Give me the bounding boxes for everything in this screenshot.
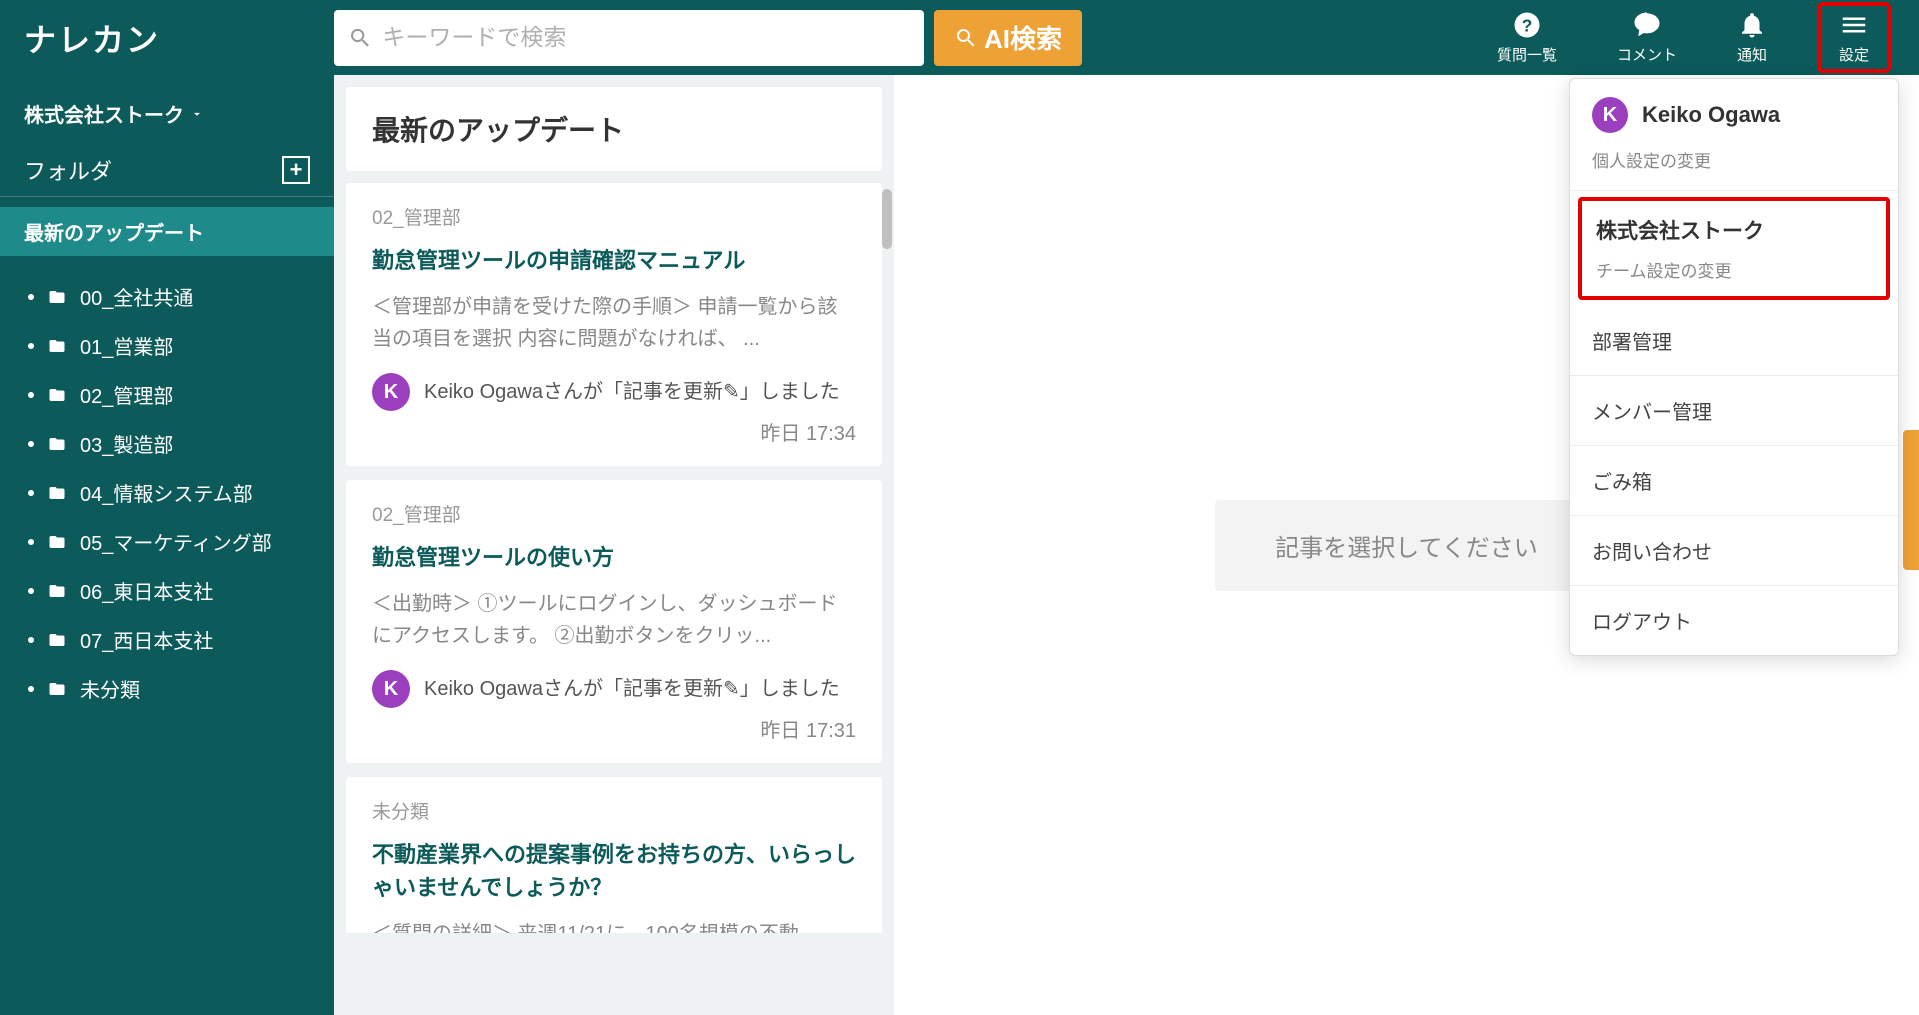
folder-name: 未分類: [80, 674, 140, 703]
settings-label: 設定: [1839, 44, 1869, 65]
folder-icon: [46, 631, 68, 649]
personal-settings[interactable]: K Keiko Ogawa 個人設定の変更: [1570, 79, 1898, 191]
card-excerpt: ＜管理部が申請を受けた際の手順＞ 申請一覧から該当の項目を選択 内容に問題がなけ…: [372, 291, 856, 355]
folder-icon: [46, 386, 68, 404]
card-author-row: K Keiko Ogawaさんが「記事を更新✎」しました: [372, 373, 856, 411]
svg-text:?: ?: [1522, 15, 1533, 35]
team-name: 株式会社ストーク: [1596, 215, 1872, 245]
add-folder-button[interactable]: +: [282, 156, 310, 184]
sidebar-folder[interactable]: 00_全社共通: [0, 272, 334, 321]
card-author-row: K Keiko Ogawaさんが「記事を更新✎」しました: [372, 670, 856, 708]
sidebar-folder[interactable]: 07_西日本支社: [0, 615, 334, 664]
settings-dropdown: K Keiko Ogawa 個人設定の変更 株式会社ストーク チーム設定の変更 …: [1569, 78, 1899, 656]
card-title: 不動産業界への提案事例をお持ちの方、いらっしゃいませんでしょうか？: [372, 838, 856, 904]
folder-icon: [46, 337, 68, 355]
qa-list-button[interactable]: ? 質問一覧: [1487, 6, 1567, 69]
folder-name: 07_西日本支社: [80, 625, 213, 654]
card-author: Keiko Ogawaさんが「記事を更新✎」しました: [424, 673, 840, 705]
comment-label: コメント: [1617, 44, 1677, 65]
card-category: 未分類: [372, 797, 856, 824]
folder-icon: [46, 484, 68, 502]
folder-list: 00_全社共通 01_営業部 02_管理部 03_製造部 04_情報システム部 …: [0, 256, 334, 729]
sidebar-folder[interactable]: 06_東日本支社: [0, 566, 334, 615]
ai-search-label: AI検索: [984, 19, 1062, 56]
card-title: 勤怠管理ツールの申請確認マニュアル: [372, 244, 856, 277]
search-icon: [954, 26, 978, 50]
sidebar-folder[interactable]: 02_管理部: [0, 370, 334, 419]
avatar: K: [372, 373, 410, 411]
chevron-down-icon: [190, 107, 204, 121]
settings-button[interactable]: 設定: [1817, 2, 1891, 73]
org-name: 株式会社ストーク: [24, 99, 184, 128]
sidebar-folder[interactable]: 05_マーケティング部: [0, 517, 334, 566]
menu-logout[interactable]: ログアウト: [1570, 586, 1898, 655]
list-column: 最新のアップデート 02_管理部 勤怠管理ツールの申請確認マニュアル ＜管理部が…: [334, 75, 894, 1015]
folder-icon: [46, 582, 68, 600]
avatar: K: [1592, 97, 1628, 133]
org-selector[interactable]: 株式会社ストーク: [0, 95, 334, 144]
folder-icon: [46, 680, 68, 698]
card-category: 02_管理部: [372, 203, 856, 230]
comment-icon: [1632, 10, 1662, 40]
scrollbar-thumb[interactable]: [882, 189, 892, 249]
app-logo: ナレカン: [24, 15, 334, 61]
search-icon: [348, 25, 372, 51]
folder-name: 03_製造部: [80, 429, 173, 458]
search-box[interactable]: [334, 10, 924, 66]
card-author: Keiko Ogawaさんが「記事を更新✎」しました: [424, 376, 840, 408]
menu-departments[interactable]: 部署管理: [1570, 306, 1898, 376]
sidebar-folder[interactable]: 未分類: [0, 664, 334, 713]
card-title: 勤怠管理ツールの使い方: [372, 541, 856, 574]
side-tab[interactable]: [1903, 430, 1919, 570]
team-sub: チーム設定の変更: [1596, 257, 1872, 282]
list-card[interactable]: 未分類 不動産業界への提案事例をお持ちの方、いらっしゃいませんでしょうか？ ＜質…: [346, 777, 882, 933]
folder-name: 04_情報システム部: [80, 478, 253, 507]
main-placeholder: 記事を選択してください: [1215, 500, 1598, 591]
team-settings[interactable]: 株式会社ストーク チーム設定の変更: [1578, 197, 1890, 300]
notify-button[interactable]: 通知: [1727, 6, 1777, 69]
card-time: 昨日 17:31: [372, 714, 856, 743]
comment-button[interactable]: コメント: [1607, 6, 1687, 69]
folder-label: フォルダ: [24, 154, 112, 186]
qa-label: 質問一覧: [1497, 44, 1557, 65]
notify-label: 通知: [1737, 44, 1767, 65]
sidebar: 株式会社ストーク フォルダ + 最新のアップデート 00_全社共通 01_営業部…: [0, 75, 334, 1015]
card-category: 02_管理部: [372, 500, 856, 527]
bell-icon: [1737, 10, 1767, 40]
sidebar-folder[interactable]: 01_営業部: [0, 321, 334, 370]
menu-members[interactable]: メンバー管理: [1570, 376, 1898, 446]
folder-name: 00_全社共通: [80, 282, 193, 311]
list-card[interactable]: 02_管理部 勤怠管理ツールの使い方 ＜出勤時＞ ①ツールにログインし、ダッシュ…: [346, 480, 882, 763]
folder-name: 06_東日本支社: [80, 576, 213, 605]
hamburger-icon: [1839, 10, 1869, 40]
card-excerpt: ＜質問の詳細＞ 来週11/21に、100名規模の不動...: [372, 918, 856, 933]
ai-search-button[interactable]: AI検索: [934, 10, 1082, 66]
sidebar-folder[interactable]: 03_製造部: [0, 419, 334, 468]
avatar: K: [372, 670, 410, 708]
search-input[interactable]: [382, 24, 910, 51]
menu-contact[interactable]: お問い合わせ: [1570, 516, 1898, 586]
user-name: Keiko Ogawa: [1642, 102, 1780, 128]
header-icons: ? 質問一覧 コメント 通知 設定: [1487, 2, 1891, 73]
sidebar-item-latest[interactable]: 最新のアップデート: [0, 207, 334, 256]
folder-name: 02_管理部: [80, 380, 173, 409]
folder-icon: [46, 435, 68, 453]
header: ナレカン AI検索 ? 質問一覧 コメント 通知 設定: [0, 0, 1919, 75]
folder-icon: [46, 533, 68, 551]
list-header: 最新のアップデート: [346, 87, 882, 171]
folder-icon: [46, 288, 68, 306]
folder-header: フォルダ +: [0, 144, 334, 197]
search-wrap: AI検索: [334, 10, 1082, 66]
question-icon: ?: [1512, 10, 1542, 40]
card-excerpt: ＜出勤時＞ ①ツールにログインし、ダッシュボードにアクセスします。 ②出勤ボタン…: [372, 588, 856, 652]
personal-sub: 個人設定の変更: [1592, 147, 1876, 172]
folder-name: 05_マーケティング部: [80, 527, 272, 556]
menu-trash[interactable]: ごみ箱: [1570, 446, 1898, 516]
cards-scroll[interactable]: 02_管理部 勤怠管理ツールの申請確認マニュアル ＜管理部が申請を受けた際の手順…: [334, 183, 894, 933]
folder-name: 01_営業部: [80, 331, 173, 360]
list-card[interactable]: 02_管理部 勤怠管理ツールの申請確認マニュアル ＜管理部が申請を受けた際の手順…: [346, 183, 882, 466]
card-time: 昨日 17:34: [372, 417, 856, 446]
sidebar-folder[interactable]: 04_情報システム部: [0, 468, 334, 517]
